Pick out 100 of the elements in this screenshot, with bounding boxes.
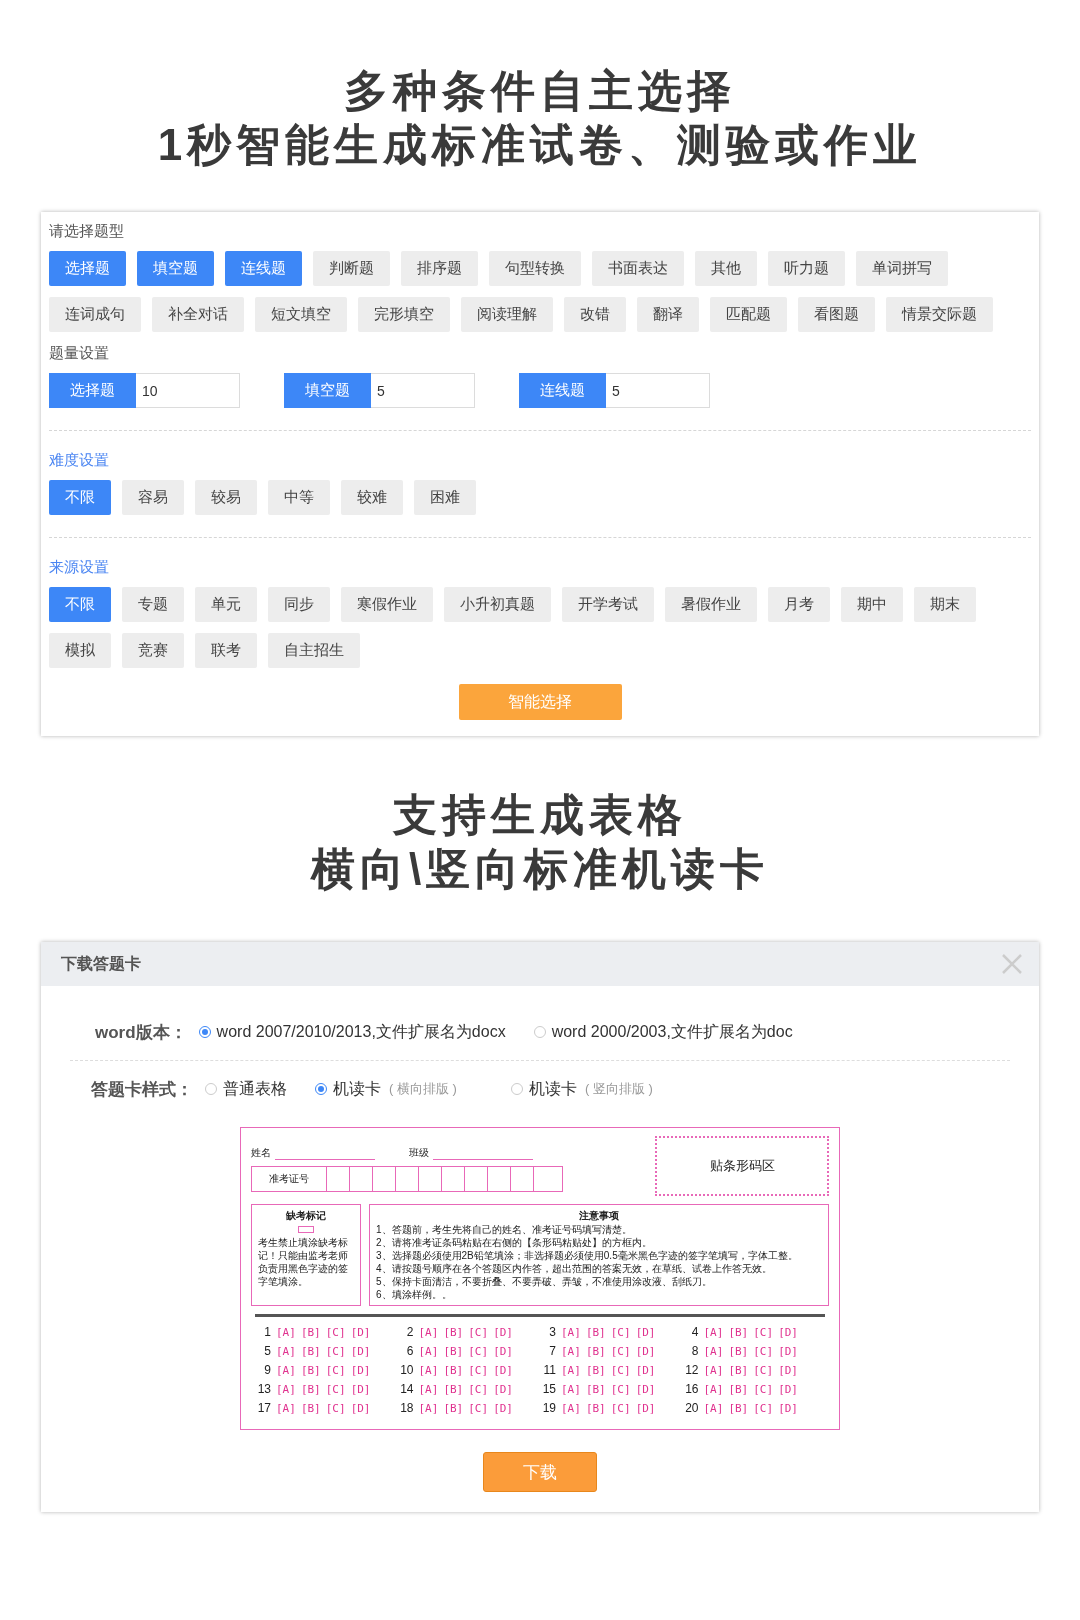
choice-mark: [A] (703, 1363, 724, 1377)
choice-mark: [C] (610, 1325, 631, 1339)
close-icon[interactable] (1001, 953, 1023, 975)
option-label: 机读卡 (333, 1078, 381, 1099)
option-tab[interactable]: 联考 (195, 633, 257, 668)
option-tab[interactable]: 容易 (122, 480, 184, 515)
option-tab[interactable]: 翻译 (637, 297, 699, 332)
choice-mark: [B] (300, 1363, 321, 1377)
option-tab[interactable]: 期末 (914, 587, 976, 622)
choice-mark: [B] (728, 1401, 749, 1415)
choice-mark: [B] (443, 1382, 464, 1396)
option-tab[interactable]: 匹配题 (710, 297, 787, 332)
choice-mark: [A] (418, 1363, 439, 1377)
choice-mark: [A] (561, 1401, 581, 1415)
option-tab[interactable]: 自主招生 (268, 633, 360, 668)
option-tab[interactable]: 不限 (49, 480, 111, 515)
quantity-field[interactable]: 10 (136, 373, 240, 408)
option-tab[interactable]: 小升初真题 (444, 587, 551, 622)
notice-line: 3、选择题必须使用2B铅笔填涂；非选择题必须使用0.5毫米黑色字迹的签字笔填写，字体工整。 (376, 1249, 799, 1262)
option-tab[interactable]: 困难 (414, 480, 476, 515)
field-label: 答题卡样式： (91, 1078, 193, 1101)
choice-mark: [C] (468, 1401, 489, 1415)
choice-mark: [D] (778, 1382, 798, 1396)
absence-mark (298, 1226, 314, 1233)
option-tab[interactable]: 专题 (122, 587, 184, 622)
box-title: 注意事项 (579, 1209, 619, 1223)
option-tab[interactable]: 中等 (268, 480, 330, 515)
option-tab[interactable]: 书面表达 (592, 251, 684, 286)
choice-mark: [D] (493, 1325, 513, 1339)
question-number: 17 (256, 1401, 271, 1415)
choice-mark: [D] (350, 1363, 371, 1377)
choice-mark: [D] (635, 1363, 656, 1377)
choice-mark: [D] (635, 1382, 656, 1396)
choice-mark: [A] (418, 1382, 439, 1396)
option-tab[interactable]: 模拟 (49, 633, 111, 668)
absence-text: 考生禁止填涂缺考标记！只能由监考老师负责用黑色字迹的签字笔填涂。 (258, 1236, 349, 1288)
quantity-field[interactable]: 5 (606, 373, 710, 408)
option-tab[interactable]: 竞赛 (122, 633, 184, 668)
option-tab[interactable]: 连线题 (225, 251, 302, 286)
option-label: 机读卡 (528, 1078, 577, 1099)
choice-mark: [C] (468, 1382, 489, 1396)
choice-mark: [D] (778, 1363, 798, 1377)
option-tab[interactable]: 完形填空 (358, 297, 450, 332)
section-label: 来源设置 (49, 558, 110, 577)
choice-mark: [D] (635, 1344, 656, 1358)
option-tab[interactable]: 开学考试 (562, 587, 654, 622)
choice-mark: [C] (610, 1382, 631, 1396)
choice-mark: [B] (585, 1325, 606, 1339)
choice-mark: [B] (728, 1325, 749, 1339)
question-number: 15 (541, 1382, 556, 1396)
choice-mark: [C] (753, 1363, 774, 1377)
choice-mark: [D] (635, 1325, 656, 1339)
option-tab[interactable]: 单元 (195, 587, 257, 622)
option-note: ( 横向排版 ) (389, 1080, 457, 1098)
quantity-field[interactable]: 5 (371, 373, 475, 408)
option-tab[interactable]: 较难 (341, 480, 403, 515)
choice-mark: [C] (325, 1382, 346, 1396)
question-number: 20 (684, 1401, 699, 1415)
option-tab[interactable]: 选择题 (49, 251, 126, 286)
choice-mark: [D] (493, 1382, 513, 1396)
option-tab[interactable]: 听力题 (768, 251, 845, 286)
choice-mark: [D] (778, 1325, 798, 1339)
option-tab[interactable]: 其他 (695, 251, 757, 286)
option-tab[interactable]: 改错 (564, 297, 626, 332)
question-number: 10 (399, 1363, 414, 1377)
choice-mark: [D] (493, 1401, 513, 1415)
option-tab[interactable]: 句型转换 (489, 251, 581, 286)
choice-mark: [D] (778, 1344, 798, 1358)
choice-mark: [A] (276, 1325, 296, 1339)
choice-mark: [C] (325, 1344, 346, 1358)
section-label: 难度设置 (49, 451, 110, 470)
question-number: 16 (684, 1382, 699, 1396)
option-tab[interactable]: 较易 (195, 480, 257, 515)
option-tab[interactable]: 不限 (49, 587, 111, 622)
option-tab[interactable]: 单词拼写 (856, 251, 948, 286)
choice-mark: [A] (276, 1401, 296, 1415)
choice-mark: [A] (561, 1382, 581, 1396)
choice-mark: [A] (703, 1325, 724, 1339)
option-tab[interactable]: 同步 (268, 587, 330, 622)
option-tab[interactable]: 寒假作业 (341, 587, 433, 622)
choice-mark: [C] (325, 1401, 346, 1415)
option-tab[interactable]: 暑假作业 (665, 587, 757, 622)
choice-mark: [C] (610, 1363, 631, 1377)
option-tab[interactable]: 排序题 (401, 251, 478, 286)
option-tab[interactable]: 连词成句 (49, 297, 141, 332)
choice-mark: [A] (703, 1382, 724, 1396)
option-tab[interactable]: 期中 (841, 587, 903, 622)
question-number: 11 (542, 1363, 556, 1377)
option-tab[interactable]: 月考 (768, 587, 830, 622)
option-tab[interactable]: 情景交际题 (886, 297, 993, 332)
option-tab[interactable]: 看图题 (798, 297, 875, 332)
option-tab[interactable]: 补全对话 (152, 297, 244, 332)
option-tab[interactable]: 短文填空 (255, 297, 347, 332)
option-tab[interactable]: 阅读理解 (461, 297, 553, 332)
choice-mark: [D] (350, 1382, 371, 1396)
option-tab[interactable]: 填空题 (137, 251, 214, 286)
choice-mark: [B] (443, 1344, 464, 1358)
choice-mark: [C] (468, 1363, 489, 1377)
option-tab[interactable]: 判断题 (313, 251, 390, 286)
choice-mark: [B] (585, 1401, 606, 1415)
